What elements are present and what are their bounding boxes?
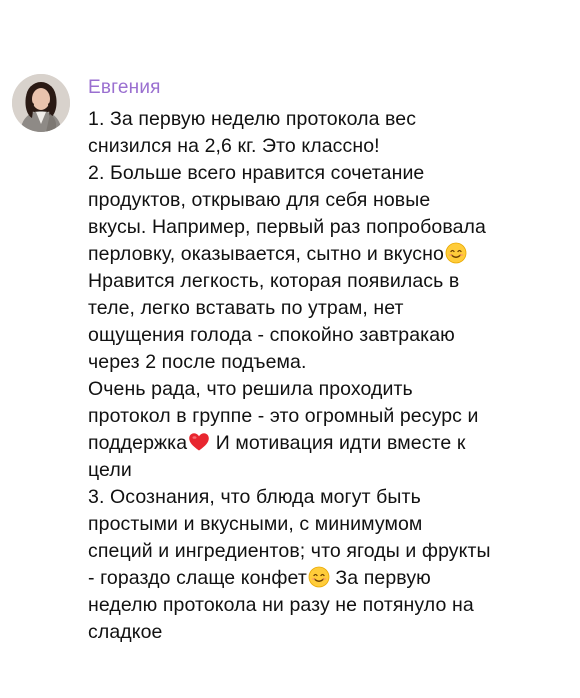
message-line: специй и ингредиентов; что ягоды и фрукт…: [88, 540, 491, 562]
message-line: Очень рада, что решила проходить: [88, 378, 413, 400]
chat-message: Евгения 1. За первую неделю протокола ве…: [0, 0, 580, 698]
user-avatar-photo-icon: [12, 74, 70, 132]
message-line: теле, легко вставать по утрам, нет: [88, 297, 404, 319]
message-line: вкусы. Например, первый раз попробовала: [88, 216, 486, 238]
message-line-text: За первую: [335, 567, 431, 589]
red-heart-icon: [188, 431, 210, 453]
message-line: 3. Осознания, что блюда могут быть: [88, 486, 421, 508]
message-line: цели: [88, 459, 132, 481]
message-line: ощущения голода - спокойно завтракаю: [88, 324, 455, 346]
message-line-text: поддержка: [88, 432, 188, 454]
message-line: продуктов, открываю для себя новые: [88, 189, 431, 211]
message-line: протокол в группе - это огромный ресурс …: [88, 405, 479, 427]
message-line: через 2 после подъема.: [88, 351, 307, 373]
message-line: перловку, оказывается, сытно и вкусно: [88, 241, 568, 268]
avatar[interactable]: [12, 74, 70, 132]
message-line-text: - гораздо слаще конфет: [88, 567, 307, 589]
smiling-face-icon: [308, 566, 330, 588]
smiling-face-icon: [445, 242, 467, 264]
message-line-text: перловку, оказывается, сытно и вкусно: [88, 243, 444, 265]
message-line: снизился на 2,6 кг. Это классно!: [88, 135, 380, 157]
message-line: простыми и вкусными, с минимумом: [88, 513, 423, 535]
message-line: 1. За первую неделю протокола вес: [88, 108, 417, 130]
message-line-text: И мотивация идти вместе к: [215, 432, 466, 454]
message-line: - гораздо слаще конфет За первую: [88, 565, 568, 592]
sender-name[interactable]: Евгения: [88, 76, 161, 100]
message-text: 1. За первую неделю протокола вес снизил…: [88, 106, 568, 646]
message-line: 2. Больше всего нравится сочетание: [88, 162, 425, 184]
message-line: неделю протокола ни разу не потянуло на: [88, 594, 474, 616]
message-line: сладкое: [88, 621, 163, 643]
message-line: Нравится легкость, которая появилась в: [88, 270, 460, 292]
message-line: поддержка И мотивация идти вместе к: [88, 430, 568, 457]
